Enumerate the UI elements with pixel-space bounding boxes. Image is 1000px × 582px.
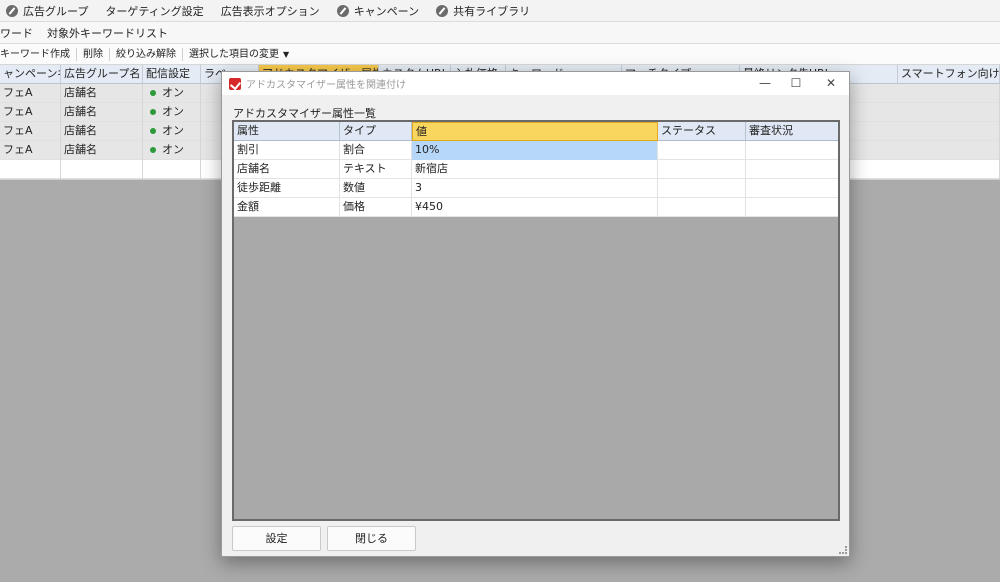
- empty-cell: [898, 160, 1000, 179]
- empty-cell: [61, 160, 143, 179]
- mobile-url-cell: [898, 122, 1000, 141]
- close-icon[interactable]: ✕: [814, 72, 848, 95]
- attribute-cell: 割引: [234, 141, 340, 160]
- value-cell[interactable]: 10%: [412, 141, 658, 160]
- table-row[interactable]: 金額 価格 ¥450: [234, 198, 838, 217]
- review-cell: [746, 141, 838, 160]
- nav-shared-library-label: 共有ライブラリ: [453, 4, 531, 18]
- status-cell: オン: [143, 141, 201, 160]
- clear-filter-button[interactable]: 絞り込み解除: [110, 47, 183, 61]
- adgroup-cell: 店舗名: [61, 122, 143, 141]
- nav-campaign-label: キャンペーン: [353, 4, 420, 18]
- top-nav: 広告グループ ターゲティング設定 広告表示オプション キャンペーン 共有ライブラ…: [0, 0, 1000, 22]
- type-cell: テキスト: [340, 160, 412, 179]
- wrench-icon: [336, 4, 349, 17]
- wrench-icon: [436, 4, 449, 17]
- minimize-button[interactable]: —: [748, 72, 782, 95]
- change-selected-dropdown[interactable]: 選択した項目の変更 ▼: [183, 48, 295, 61]
- wrench-icon: [6, 4, 18, 17]
- adgroup-cell: 店舗名: [61, 103, 143, 122]
- mobile-url-cell: [898, 141, 1000, 160]
- nav-adgroup-label: 広告グループ: [23, 4, 89, 18]
- chevron-down-icon: ▼: [283, 49, 290, 59]
- resize-grip-icon[interactable]: [839, 546, 847, 554]
- app-icon: [229, 77, 241, 90]
- review-cell: [746, 179, 838, 198]
- mobile-url-cell: [898, 84, 1000, 103]
- nav-ad-extensions[interactable]: 広告表示オプション: [221, 3, 320, 19]
- col-type[interactable]: タイプ: [340, 122, 412, 141]
- nav-campaign[interactable]: キャンペーン: [336, 3, 420, 19]
- dialog-title: アドカスタマイザー属性を関連付け: [246, 80, 406, 91]
- attribute-grid-header: 属性 タイプ 値 ステータス 審査状況: [234, 122, 838, 141]
- status-dot-icon: [150, 146, 156, 153]
- close-button[interactable]: 閉じる: [327, 526, 416, 551]
- status-cell: [658, 160, 746, 179]
- attribute-cell: 金額: [234, 198, 340, 217]
- sub-tabs: ワード 対象外キーワードリスト: [0, 22, 1000, 44]
- change-selected-label: 選択した項目の変更: [189, 48, 279, 60]
- adgroup-cell: 店舗名: [61, 84, 143, 103]
- status-cell: [658, 141, 746, 160]
- status-cell: [658, 179, 746, 198]
- col-mobile-url[interactable]: スマートフォン向けURL: [898, 65, 1000, 84]
- dialog-titlebar[interactable]: アドカスタマイザー属性を関連付け — ☐ ✕: [222, 72, 849, 95]
- nav-targeting[interactable]: ターゲティング設定: [105, 3, 203, 19]
- empty-cell: [143, 160, 201, 179]
- tab-negative-keyword-list[interactable]: 対象外キーワードリスト: [47, 25, 168, 41]
- maximize-button[interactable]: ☐: [779, 72, 813, 95]
- status-label: オン: [162, 86, 184, 99]
- status-label: オン: [162, 143, 184, 156]
- col-value[interactable]: 値: [412, 122, 658, 141]
- col-campaign[interactable]: ャンペーン名: [0, 65, 61, 84]
- campaign-cell: フェA: [0, 122, 61, 141]
- section-title: アドカスタマイザー属性一覧: [233, 107, 376, 120]
- col-attribute[interactable]: 属性: [234, 122, 340, 141]
- mobile-url-cell: [898, 103, 1000, 122]
- status-cell: オン: [143, 122, 201, 141]
- type-cell: 数値: [340, 179, 412, 198]
- review-cell: [746, 198, 838, 217]
- delete-button[interactable]: 削除: [77, 47, 110, 61]
- attribute-cell: 徒歩距離: [234, 179, 340, 198]
- status-dot-icon: [150, 89, 156, 96]
- empty-cell: [0, 160, 61, 179]
- status-cell: [658, 198, 746, 217]
- tab-keywords[interactable]: ワード: [0, 25, 33, 41]
- value-cell[interactable]: 3: [412, 179, 658, 198]
- table-row[interactable]: 徒歩距離 数値 3: [234, 179, 838, 198]
- status-dot-icon: [150, 127, 156, 134]
- set-button[interactable]: 設定: [232, 526, 321, 551]
- nav-shared-library[interactable]: 共有ライブラリ: [436, 3, 530, 19]
- status-label: オン: [162, 105, 184, 118]
- nav-targeting-label: ターゲティング設定: [105, 4, 204, 18]
- attribute-cell: 店舗名: [234, 160, 340, 179]
- table-row[interactable]: 店舗名 テキスト 新宿店: [234, 160, 838, 179]
- adgroup-cell: 店舗名: [61, 141, 143, 160]
- status-cell: オン: [143, 103, 201, 122]
- table-row[interactable]: 割引 割合 10%: [234, 141, 838, 160]
- review-cell: [746, 160, 838, 179]
- nav-ad-extensions-label: 広告表示オプション: [220, 4, 320, 18]
- status-cell: オン: [143, 84, 201, 103]
- status-dot-icon: [150, 108, 156, 115]
- value-cell[interactable]: ¥450: [412, 198, 658, 217]
- create-keyword-button[interactable]: キーワード作成: [0, 47, 77, 61]
- campaign-cell: フェA: [0, 103, 61, 122]
- col-adgroup[interactable]: 広告グループ名: [61, 65, 143, 84]
- toolbar: キーワード作成 削除 絞り込み解除 選択した項目の変更 ▼: [0, 44, 1000, 65]
- value-cell[interactable]: 新宿店: [412, 160, 658, 179]
- col-review[interactable]: 審査状況: [746, 122, 838, 141]
- nav-adgroup[interactable]: 広告グループ: [6, 3, 88, 19]
- status-label: オン: [162, 124, 184, 137]
- attribute-grid: 属性 タイプ 値 ステータス 審査状況 割引 割合 10% 店舗名 テキスト 新…: [232, 120, 840, 521]
- col-status[interactable]: ステータス: [658, 122, 746, 141]
- campaign-cell: フェA: [0, 141, 61, 160]
- campaign-cell: フェA: [0, 84, 61, 103]
- type-cell: 割合: [340, 141, 412, 160]
- associate-ad-customizer-dialog: アドカスタマイザー属性を関連付け — ☐ ✕ アドカスタマイザー属性一覧 属性 …: [221, 71, 850, 557]
- type-cell: 価格: [340, 198, 412, 217]
- col-status[interactable]: 配信設定: [143, 65, 201, 84]
